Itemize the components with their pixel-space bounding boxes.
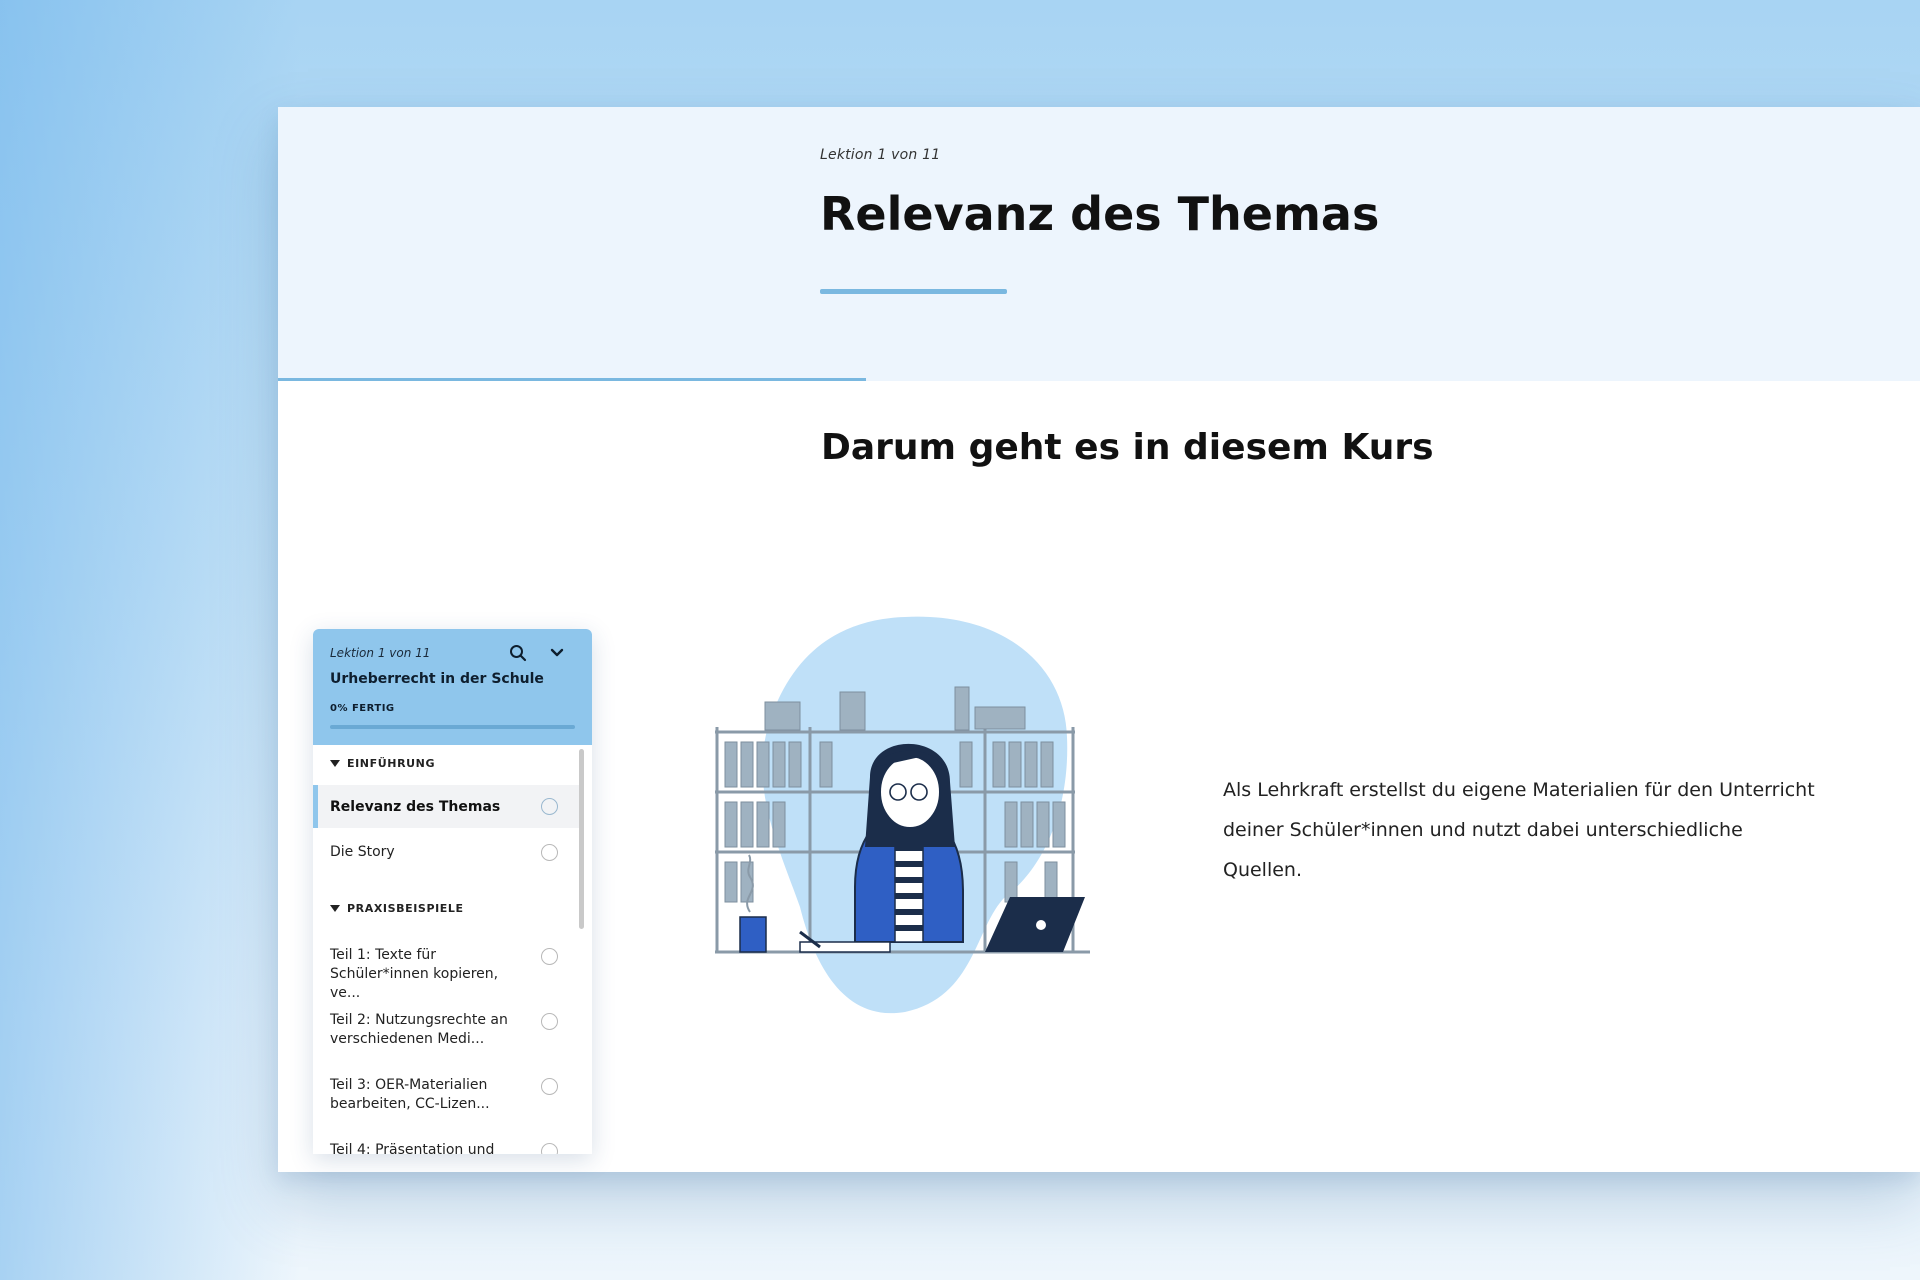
sidebar-lesson-counter: Lektion 1 von 11: [330, 646, 431, 660]
circle-outline-icon: [541, 844, 558, 861]
circle-outline-icon: [541, 1013, 558, 1030]
lesson-list: EINFÜHRUNG Relevanz des Themas Die Story…: [313, 745, 592, 1154]
page-title: Relevanz des Themas: [820, 187, 1380, 241]
lesson-item-teil-2[interactable]: Teil 2: Nutzungsrechte an verschiedenen …: [313, 1000, 579, 1062]
lesson-item-relevanz[interactable]: Relevanz des Themas: [313, 785, 579, 828]
chevron-down-icon[interactable]: [547, 643, 567, 663]
course-title: Urheberrecht in der Schule: [330, 671, 544, 687]
search-icon[interactable]: [508, 643, 528, 663]
lesson-item-teil-4[interactable]: Teil 4: Präsentation und: [313, 1130, 579, 1154]
intro-paragraph: Als Lehrkraft erstellst du eigene Materi…: [1223, 779, 1815, 881]
section-einfuehrung[interactable]: EINFÜHRUNG: [313, 745, 579, 783]
lesson-item-label: Teil 3: OER-Materialien bearbeiten, CC-L…: [330, 1077, 490, 1112]
title-underline: [820, 289, 1007, 294]
lesson-item-label: Relevanz des Themas: [330, 799, 501, 815]
lesson-item-label: Teil 1: Texte für Schüler*innen kopieren…: [330, 947, 499, 1001]
section-label: PRAXISBEISPIELE: [347, 902, 464, 915]
progress-label: 0% FERTIG: [330, 703, 395, 714]
circle-outline-icon: [541, 1078, 558, 1095]
section-title: Darum geht es in diesem Kurs: [821, 427, 1434, 468]
section-label: EINFÜHRUNG: [347, 757, 436, 770]
lesson-item-label: Teil 2: Nutzungsrechte an verschiedenen …: [330, 1012, 508, 1047]
circle-outline-icon: [541, 948, 558, 965]
lesson-sidebar: Lektion 1 von 11 Urheberrecht in der Sch…: [313, 629, 592, 1154]
sidebar-header: Lektion 1 von 11 Urheberrecht in der Sch…: [313, 629, 592, 745]
lesson-item-teil-1[interactable]: Teil 1: Texte für Schüler*innen kopieren…: [313, 935, 579, 1001]
lesson-item-teil-3[interactable]: Teil 3: OER-Materialien bearbeiten, CC-L…: [313, 1065, 579, 1127]
lesson-item-label: Die Story: [330, 844, 395, 860]
lesson-item-story[interactable]: Die Story: [313, 830, 579, 875]
lesson-progress-fill: [278, 378, 866, 381]
triangle-down-icon: [330, 760, 340, 767]
woman-at-desk-illustration: [715, 616, 1090, 1014]
lesson-header: Lektion 1 von 11 Relevanz des Themas: [278, 107, 1920, 380]
circle-outline-icon: [541, 798, 558, 815]
sidebar-scrollbar[interactable]: [579, 749, 584, 929]
lesson-item-label: Teil 4: Präsentation und: [330, 1142, 495, 1154]
section-praxisbeispiele[interactable]: PRAXISBEISPIELE: [313, 890, 579, 928]
circle-outline-icon: [541, 1143, 558, 1154]
background-gradient: [0, 0, 300, 1280]
lesson-counter: Lektion 1 von 11: [820, 147, 941, 163]
course-progress-bar: [330, 725, 575, 729]
lesson-progress-bar: [278, 378, 1920, 381]
triangle-down-icon: [330, 905, 340, 912]
